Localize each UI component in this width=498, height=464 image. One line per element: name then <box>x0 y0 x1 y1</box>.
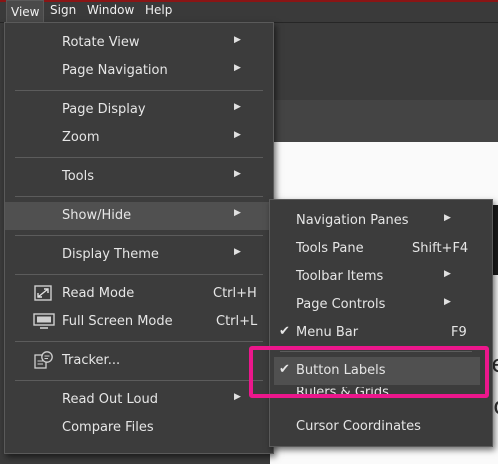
menu-separator <box>15 196 263 197</box>
submenu-arrow-icon: ▶ <box>234 169 241 179</box>
menu-sign[interactable]: Sign <box>50 3 76 17</box>
menu-item-label: Rotate View <box>62 35 140 50</box>
submenu-item-tools-pane[interactable]: Tools Pane Shift+F4 <box>270 235 492 263</box>
tab-strip <box>270 100 498 142</box>
title-accent-line <box>0 0 498 2</box>
menu-item-display-theme[interactable]: Display Theme ▶ <box>5 241 273 269</box>
menu-item-label: Page Navigation <box>62 63 168 78</box>
menu-item-label: Read Mode <box>62 286 135 301</box>
menu-item-read-mode[interactable]: Read Mode Ctrl+H <box>5 280 273 308</box>
submenu-item-cursor-coordinates[interactable]: Cursor Coordinates <box>270 413 492 441</box>
shortcut-label: Shift+F4 <box>412 241 469 256</box>
menu-separator <box>15 235 263 236</box>
menu-item-label: Tracker... <box>62 353 121 368</box>
view-menu: Rotate View ▶ Page Navigation ▶ Page Dis… <box>4 22 274 454</box>
menu-item-compare-files[interactable]: Compare Files <box>5 414 273 442</box>
menu-separator <box>15 380 263 381</box>
annotation-highlight-box <box>249 346 489 398</box>
menu-item-label: Cursor Coordinates <box>296 419 421 434</box>
menu-item-read-out-loud[interactable]: Read Out Loud ▶ <box>5 386 273 414</box>
menu-item-rotate-view[interactable]: Rotate View ▶ <box>5 29 273 57</box>
menu-item-label: Page Controls <box>296 297 386 312</box>
menu-view[interactable]: View <box>6 0 45 23</box>
tracker-icon <box>34 351 53 369</box>
menu-separator <box>15 90 263 91</box>
menu-separator <box>15 274 263 275</box>
menu-item-label: Zoom <box>62 130 100 145</box>
submenu-item-page-controls[interactable]: Page Controls ▶ <box>270 291 492 319</box>
shortcut-label: Ctrl+H <box>213 286 257 301</box>
submenu-arrow-icon: ▶ <box>234 63 241 73</box>
submenu-arrow-icon: ▶ <box>444 297 451 307</box>
menu-window[interactable]: Window <box>87 3 134 17</box>
submenu-item-toolbar-items[interactable]: Toolbar Items ▶ <box>270 263 492 291</box>
submenu-arrow-icon: ▶ <box>234 35 241 45</box>
menu-bar: View Sign Window Help <box>0 0 498 23</box>
menu-item-page-display[interactable]: Page Display ▶ <box>5 96 273 124</box>
menu-item-label: Toolbar Items <box>296 269 384 284</box>
menu-item-label: Tools <box>62 169 95 184</box>
menu-item-zoom[interactable]: Zoom ▶ <box>5 124 273 152</box>
submenu-arrow-icon: ▶ <box>234 392 241 402</box>
secondary-toolbar <box>270 60 498 101</box>
show-hide-submenu: Navigation Panes ▶ Tools Pane Shift+F4 T… <box>269 199 493 447</box>
submenu-item-menu-bar[interactable]: ✔ Menu Bar F9 <box>270 319 492 347</box>
shortcut-label: Ctrl+L <box>216 314 258 329</box>
menu-item-label: Read Out Loud <box>62 392 158 407</box>
menu-item-label: Compare Files <box>62 420 154 435</box>
submenu-item-navigation-panes[interactable]: Navigation Panes ▶ <box>270 207 492 235</box>
menu-item-show-hide[interactable]: Show/Hide ▶ <box>5 202 273 230</box>
menu-item-label: Navigation Panes <box>296 213 409 228</box>
menu-separator <box>15 157 263 158</box>
submenu-arrow-icon: ▶ <box>234 102 241 112</box>
menu-help[interactable]: Help <box>145 3 172 17</box>
menu-item-label: Page Display <box>62 102 146 117</box>
submenu-arrow-icon: ▶ <box>234 208 241 218</box>
menu-item-label: Full Screen Mode <box>62 314 173 329</box>
submenu-arrow-icon: ▶ <box>234 247 241 257</box>
submenu-arrow-icon: ▶ <box>444 213 451 223</box>
menu-item-tools[interactable]: Tools ▶ <box>5 163 273 191</box>
menu-item-label: Show/Hide <box>62 208 132 223</box>
checkmark-icon: ✔ <box>279 324 290 339</box>
toolbar-area <box>270 22 498 61</box>
menu-item-label: Display Theme <box>62 247 159 262</box>
shortcut-label: F9 <box>451 325 467 340</box>
menu-item-label: Tools Pane <box>296 241 364 256</box>
full-screen-icon <box>33 313 55 329</box>
submenu-arrow-icon: ▶ <box>234 130 241 140</box>
menu-item-tracker[interactable]: Tracker... <box>5 347 273 375</box>
read-mode-icon <box>34 285 52 301</box>
menu-item-full-screen-mode[interactable]: Full Screen Mode Ctrl+L <box>5 308 273 336</box>
menu-item-page-navigation[interactable]: Page Navigation ▶ <box>5 57 273 85</box>
menu-separator <box>15 341 263 342</box>
menu-item-label: Menu Bar <box>296 325 359 340</box>
submenu-arrow-icon: ▶ <box>444 269 451 279</box>
